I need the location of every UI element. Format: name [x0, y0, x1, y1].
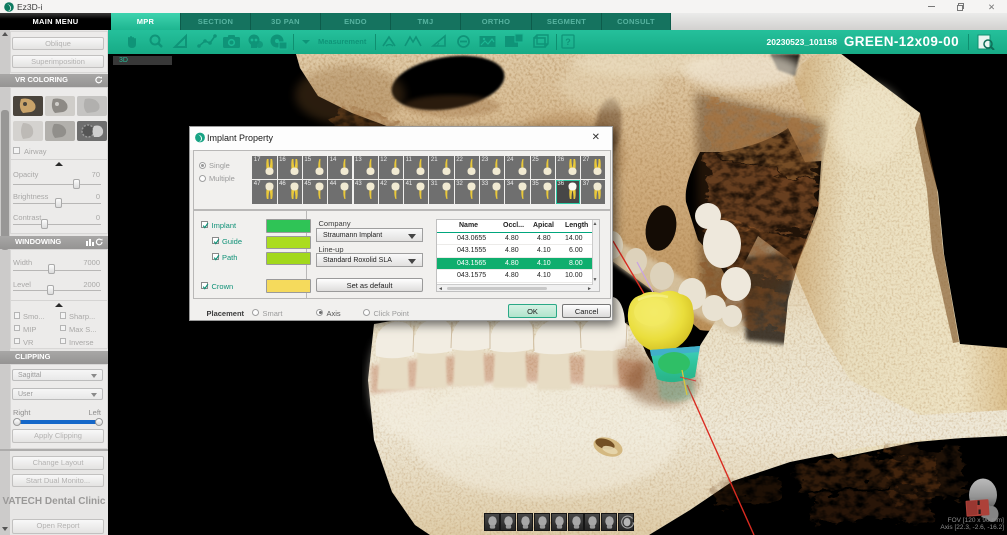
svg-text:?: ? — [565, 37, 571, 47]
